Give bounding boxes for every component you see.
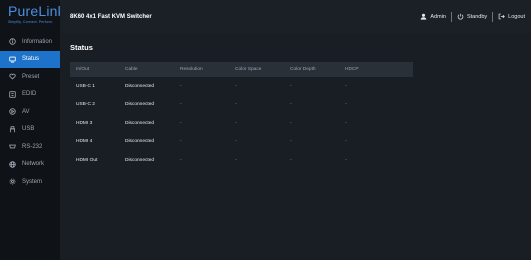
sidebar-item-label: EDID — [22, 91, 37, 98]
cell-resolution: - — [180, 120, 182, 126]
cell-hdcp: - — [345, 120, 347, 126]
column-header: Color Depth — [290, 67, 316, 72]
edid-icon — [8, 90, 16, 98]
sidebar-item-label: Information — [22, 38, 53, 45]
sidebar-item-label: System — [22, 178, 43, 185]
sidebar-item-edid[interactable]: EDID — [0, 86, 60, 104]
sidebar-item-rs232[interactable]: RS-232 — [0, 138, 60, 156]
section-title: Status — [70, 43, 93, 52]
cell-port: HDMI 4 — [76, 139, 93, 145]
standby-label: Standby — [466, 13, 488, 20]
cell-resolution: - — [180, 102, 182, 108]
cell-port: USB-C 2 — [76, 102, 95, 108]
brand-name: PureLink — [8, 3, 65, 19]
status-table: In/Out Cable Resolution Color Space Colo… — [70, 62, 413, 170]
sidebar-item-information[interactable]: Information — [0, 33, 60, 51]
table-row: USB-C 2 Disconnected - - - - — [70, 96, 413, 115]
sidebar-item-label: Network — [22, 161, 45, 168]
sidebar-item-system[interactable]: System — [0, 173, 60, 191]
cell-cable: Disconnected — [125, 120, 155, 126]
top-bar: 8K60 4x1 Fast KVM Switcher Admin Standby… — [60, 0, 531, 33]
info-icon — [8, 38, 16, 46]
logout-button[interactable]: Logout — [498, 13, 525, 20]
logout-label: Logout — [508, 13, 525, 20]
monitor-icon — [8, 55, 16, 63]
table-header: In/Out Cable Resolution Color Space Colo… — [70, 62, 413, 77]
sidebar-item-usb[interactable]: USB — [0, 121, 60, 139]
cell-cable: Disconnected — [125, 139, 155, 145]
cell-hdcp: - — [345, 102, 347, 108]
user-menu[interactable]: Admin — [420, 13, 446, 20]
sidebar-item-av[interactable]: AV — [0, 103, 60, 121]
play-icon — [8, 108, 16, 116]
gear-icon — [8, 178, 16, 186]
cell-hdcp: - — [345, 157, 347, 163]
cell-port: HDMI 3 — [76, 120, 93, 126]
table-row: HDMI Out Disconnected - - - - — [70, 151, 413, 170]
table-row: HDMI 4 Disconnected - - - - — [70, 133, 413, 152]
cell-hdcp: - — [345, 139, 347, 145]
user-label: Admin — [430, 13, 446, 20]
cell-color-depth: - — [290, 120, 292, 126]
divider — [450, 11, 452, 22]
sidebar-item-label: AV — [22, 108, 30, 115]
cell-port: USB-C 1 — [76, 83, 95, 89]
column-header: In/Out — [76, 67, 90, 72]
standby-button[interactable]: Standby — [457, 13, 487, 20]
cell-color-space: - — [235, 120, 237, 126]
sidebar-item-label: USB — [22, 126, 35, 133]
power-icon — [457, 13, 464, 20]
table-row: USB-C 1 Disconnected - - - - — [70, 77, 413, 96]
logo[interactable]: PureLink Simplify. Connect. Perform. — [0, 0, 65, 33]
main-content: Status In/Out Cable Resolution Color Spa… — [60, 33, 531, 260]
cell-color-depth: - — [290, 139, 292, 145]
cell-color-depth: - — [290, 83, 292, 89]
cell-port: HDMI Out — [76, 157, 98, 163]
cell-resolution: - — [180, 83, 182, 89]
cell-color-space: - — [235, 83, 237, 89]
column-header: Color Space — [235, 67, 262, 72]
cell-color-depth: - — [290, 157, 292, 163]
cell-color-depth: - — [290, 102, 292, 108]
sidebar-item-label: Preset — [22, 73, 40, 80]
device-title: 8K60 4x1 Fast KVM Switcher — [70, 13, 152, 20]
heart-icon — [8, 73, 16, 81]
column-header: Cable — [125, 67, 138, 72]
serial-icon — [8, 143, 16, 151]
globe-icon — [8, 160, 16, 168]
usb-icon — [8, 125, 16, 133]
sidebar-nav: Information Status Preset EDID AV USB RS… — [0, 33, 60, 191]
cell-cable: Disconnected — [125, 83, 155, 89]
divider — [492, 11, 494, 22]
cell-cable: Disconnected — [125, 157, 155, 163]
column-header: HDCP — [345, 67, 359, 72]
sidebar: PureLink Simplify. Connect. Perform. Inf… — [0, 0, 65, 260]
brand-tagline: Simplify. Connect. Perform. — [8, 20, 54, 24]
user-icon — [421, 13, 427, 20]
cell-color-space: - — [235, 157, 237, 163]
cell-color-space: - — [235, 139, 237, 145]
top-actions: Admin Standby Logout — [420, 11, 531, 22]
sidebar-item-preset[interactable]: Preset — [0, 68, 60, 86]
sidebar-item-label: RS-232 — [22, 143, 43, 150]
sidebar-item-label: Status — [22, 56, 40, 63]
logout-icon — [498, 13, 505, 20]
cell-hdcp: - — [345, 83, 347, 89]
column-header: Resolution — [180, 67, 203, 72]
cell-color-space: - — [235, 102, 237, 108]
sidebar-item-network[interactable]: Network — [0, 156, 60, 174]
table-row: HDMI 3 Disconnected - - - - — [70, 114, 413, 133]
cell-resolution: - — [180, 157, 182, 163]
cell-resolution: - — [180, 139, 182, 145]
cell-cable: Disconnected — [125, 102, 155, 108]
sidebar-item-status[interactable]: Status — [0, 50, 60, 68]
